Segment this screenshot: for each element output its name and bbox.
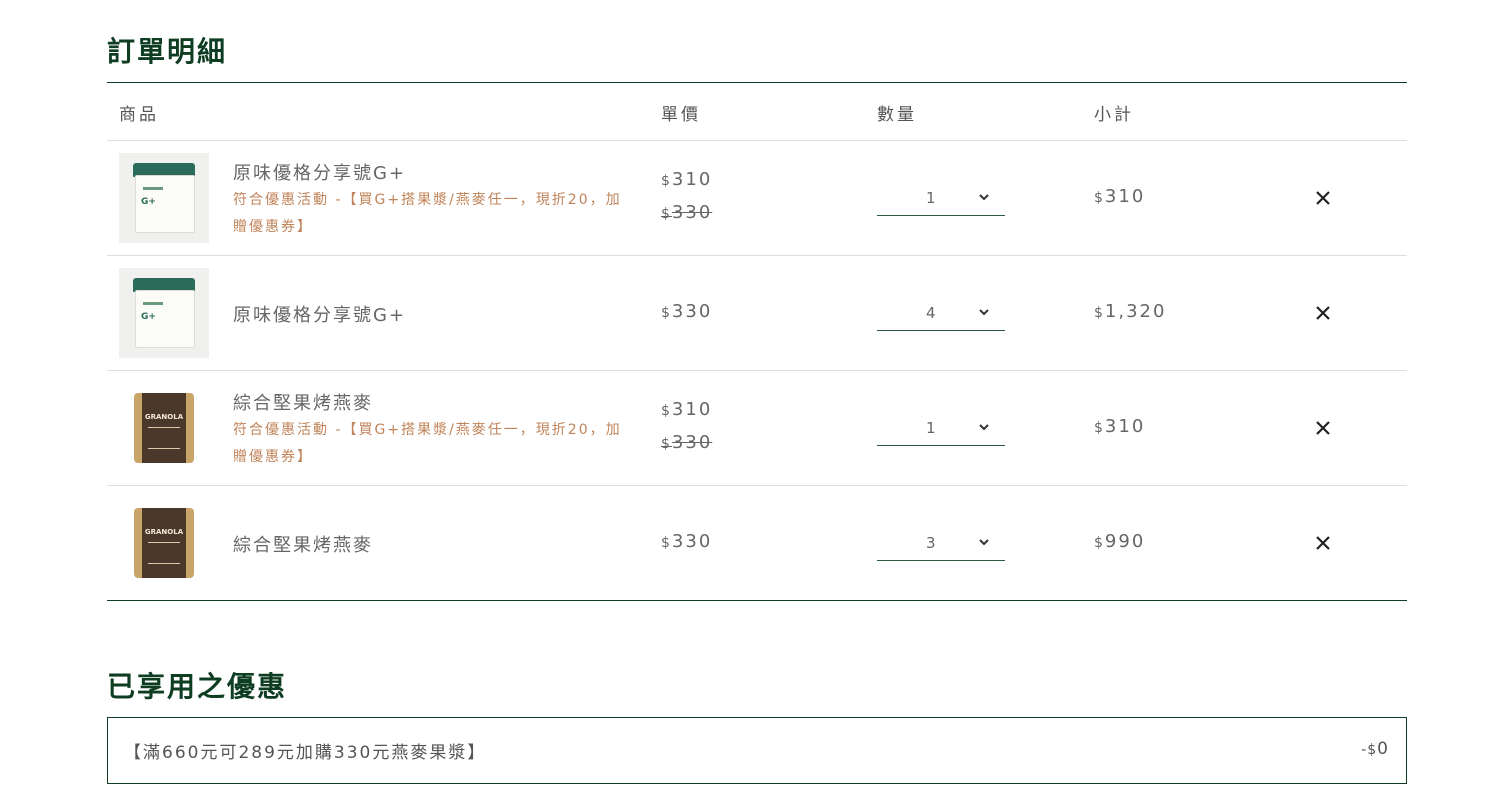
table-header: 商品 單價 數量 小計 (107, 83, 1407, 141)
quantity-value: 3 (926, 534, 936, 552)
original-price: $330 (661, 432, 713, 453)
close-icon[interactable] (1313, 188, 1333, 208)
product-name[interactable]: 原味優格分享號G+ (233, 159, 406, 185)
header-unit-price: 單價 (661, 105, 701, 125)
unit-price: $310 (661, 169, 713, 190)
product-image-yogurt[interactable]: G+ (119, 268, 209, 358)
quantity-select[interactable]: 3 (877, 528, 1005, 561)
unit-price: $330 (661, 531, 713, 552)
quantity-value: 4 (926, 304, 936, 322)
product-image-yogurt[interactable]: G+ (119, 153, 209, 243)
chevron-down-icon (979, 194, 989, 201)
quantity-value: 1 (926, 419, 936, 437)
row-subtotal: $1,320 (1094, 301, 1167, 322)
table-row: GRANOLA 綜合堅果烤燕麥 符合優惠活動 -【買G+搭果漿/燕麥任一，現折2… (107, 371, 1407, 486)
promo-text: 符合優惠活動 -【買G+搭果漿/燕麥任一，現折20，加贈優惠券】 (233, 192, 622, 235)
row-subtotal: $310 (1094, 416, 1146, 437)
quantity-select[interactable]: 1 (877, 413, 1005, 446)
row-subtotal: $310 (1094, 186, 1146, 207)
product-name[interactable]: 綜合堅果烤燕麥 (233, 389, 373, 415)
original-price: $330 (661, 202, 713, 223)
quantity-value: 1 (926, 189, 936, 207)
header-product: 商品 (119, 105, 159, 125)
close-icon[interactable] (1313, 418, 1333, 438)
order-details-title: 訂單明細 (107, 35, 228, 68)
row-subtotal: $990 (1094, 531, 1146, 552)
header-subtotal: 小計 (1094, 105, 1134, 125)
order-table: 商品 單價 數量 小計 G+ 原味優格分享號G+ 符合優惠活動 -【買G+搭果漿… (107, 82, 1407, 601)
chevron-down-icon (979, 309, 989, 316)
close-icon[interactable] (1313, 303, 1333, 323)
table-row: G+ 原味優格分享號G+ 符合優惠活動 -【買G+搭果漿/燕麥任一，現折20，加… (107, 141, 1407, 256)
coupon-name: 【滿660元可289元加購330元燕麥果漿】 (124, 743, 487, 763)
product-name[interactable]: 綜合堅果烤燕麥 (233, 531, 373, 557)
chevron-down-icon (979, 539, 989, 546)
quantity-select[interactable]: 4 (877, 298, 1005, 331)
header-quantity: 數量 (877, 105, 917, 125)
unit-price: $330 (661, 301, 713, 322)
applied-discounts-title: 已享用之優惠 (107, 670, 288, 703)
product-image-granola[interactable]: GRANOLA (119, 498, 209, 588)
product-name[interactable]: 原味優格分享號G+ (233, 301, 406, 327)
close-icon[interactable] (1313, 533, 1333, 553)
promo-text: 符合優惠活動 -【買G+搭果漿/燕麥任一，現折20，加贈優惠券】 (233, 422, 622, 465)
chevron-down-icon (979, 424, 989, 431)
coupon-discount: -$0 (1361, 739, 1389, 759)
product-image-granola[interactable]: GRANOLA (119, 383, 209, 473)
table-row: G+ 原味優格分享號G+ $330 4 $1,320 (107, 256, 1407, 371)
coupon-item: 【滿660元可289元加購330元燕麥果漿】 -$0 (107, 717, 1407, 784)
table-row: GRANOLA 綜合堅果烤燕麥 $330 3 $990 (107, 486, 1407, 600)
unit-price: $310 (661, 399, 713, 420)
quantity-select[interactable]: 1 (877, 183, 1005, 216)
